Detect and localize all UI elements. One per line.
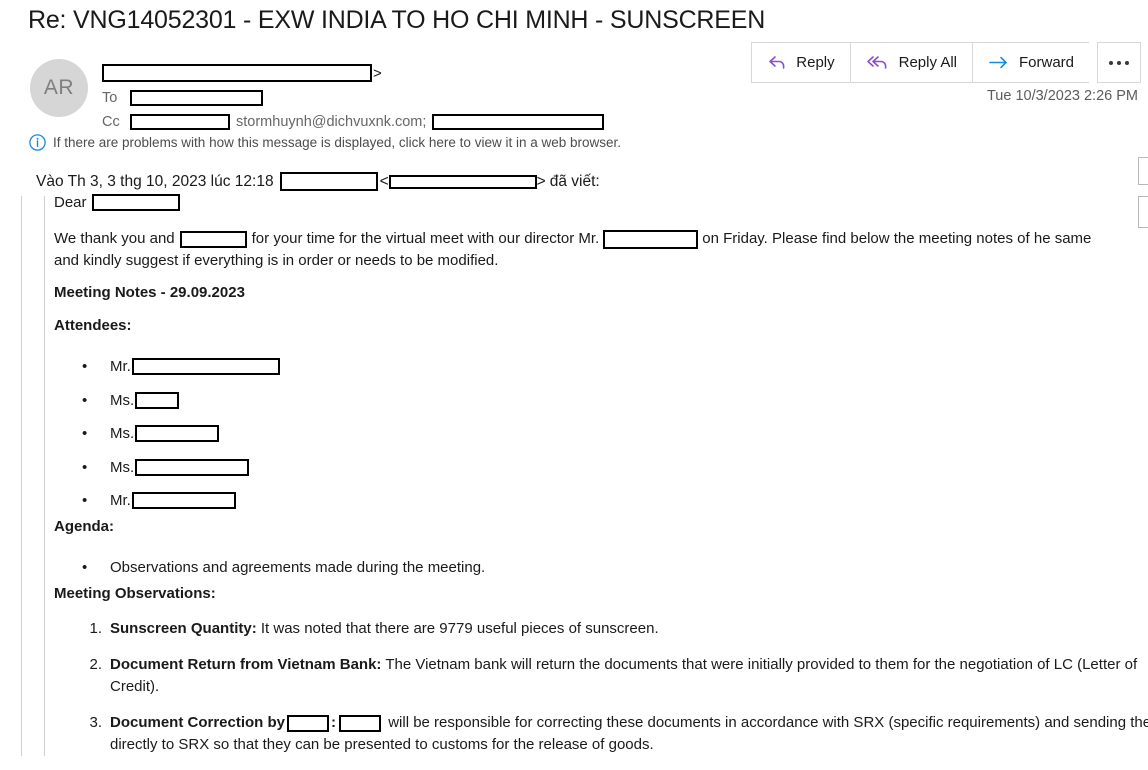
attendee-title: Mr. bbox=[110, 492, 131, 510]
ellipsis-icon bbox=[1109, 60, 1129, 65]
attendees-heading: Attendees: bbox=[54, 317, 132, 334]
display-problem-infobar[interactable]: If there are problems with how this mess… bbox=[29, 134, 621, 151]
redaction-cc-recipient-1 bbox=[130, 114, 230, 130]
list-item: 2. Document Return from Vietnam Bank: Th… bbox=[89, 654, 1148, 698]
info-circle-icon bbox=[29, 134, 46, 151]
redaction-attendee-name bbox=[135, 458, 250, 476]
observations-list: 1. Sunscreen Quantity: It was noted that… bbox=[54, 618, 1148, 770]
forward-button[interactable]: Forward bbox=[971, 42, 1089, 83]
redaction-director-name bbox=[603, 229, 699, 249]
forward-button-label: Forward bbox=[1018, 54, 1074, 71]
redaction-quote-author-email bbox=[388, 174, 537, 189]
message-timestamp: Tue 10/3/2023 2:26 PM bbox=[986, 88, 1138, 104]
forward-arrow-icon bbox=[988, 54, 1010, 71]
list-item: Ms. bbox=[82, 417, 280, 451]
sender-row: > bbox=[102, 60, 604, 86]
greeting-line: Dear bbox=[54, 194, 180, 211]
reply-arrow-icon bbox=[767, 54, 787, 71]
to-label: To bbox=[102, 90, 118, 106]
cc-label: Cc bbox=[102, 114, 120, 130]
reply-all-button[interactable]: Reply All bbox=[849, 42, 972, 83]
redaction-attendee-name bbox=[131, 492, 236, 510]
attendee-title: Ms. bbox=[110, 391, 135, 409]
quote-angle-open: < bbox=[379, 172, 389, 190]
list-item: Ms. bbox=[82, 451, 280, 485]
clipped-edge-box-1 bbox=[1138, 157, 1148, 185]
agenda-list: Observations and agreements made during … bbox=[54, 551, 485, 585]
quote-rail-outer bbox=[21, 196, 22, 756]
message-header-fields: > To Cc stormhuynh@dichvuxnk.com; bbox=[102, 60, 605, 134]
cc-row: Cc stormhuynh@dichvuxnk.com; bbox=[102, 110, 605, 134]
intro-paragraph-part-2: for your time for the virtual meet with … bbox=[251, 230, 600, 247]
intro-paragraph-part-1: We thank you and bbox=[54, 230, 175, 247]
reply-button-label: Reply bbox=[796, 54, 835, 71]
reply-button[interactable]: Reply bbox=[751, 42, 850, 83]
redaction-sender bbox=[102, 64, 372, 82]
observation-text: It was noted that there are 9779 useful … bbox=[256, 620, 659, 637]
observation-title: Document Correction by bbox=[110, 714, 286, 731]
quote-attribution-line: Vào Th 3, 3 thg 10, 2023 lúc 12:18 < > đ… bbox=[36, 172, 600, 191]
intro-paragraph: We thank you and for your time for the vi… bbox=[54, 228, 1116, 272]
redaction-greeting-name bbox=[91, 194, 180, 211]
observation-title: Document Return from Vietnam Bank: bbox=[110, 656, 382, 673]
attendee-title: Ms. bbox=[110, 458, 135, 476]
quote-attribution-suffix: đã viết: bbox=[549, 172, 600, 190]
more-options-button[interactable] bbox=[1097, 42, 1141, 83]
meeting-observations-heading: Meeting Observations: bbox=[54, 585, 216, 602]
clipped-edge-box-2 bbox=[1138, 196, 1148, 228]
agenda-item-text: Observations and agreements made during … bbox=[110, 559, 486, 577]
attendee-title: Ms. bbox=[110, 425, 135, 443]
sender-angle-bracket: > bbox=[373, 64, 382, 82]
list-item: Mr. bbox=[82, 484, 280, 518]
greeting-text: Dear bbox=[54, 194, 87, 211]
page-title: Re: VNG14052301 - EXW INDIA TO HO CHI MI… bbox=[28, 6, 766, 34]
display-problem-infobar-text: If there are problems with how this mess… bbox=[53, 135, 622, 150]
attendee-title: Mr. bbox=[110, 358, 131, 376]
list-marker: 3. bbox=[89, 714, 102, 731]
quote-angle-close: > bbox=[536, 172, 546, 190]
list-item: Mr. bbox=[82, 350, 280, 384]
redaction-attendee-name bbox=[131, 358, 280, 376]
to-row: To bbox=[102, 86, 604, 110]
observation-title: Sunscreen Quantity: bbox=[110, 620, 257, 637]
redaction-to-recipient bbox=[130, 90, 263, 106]
redaction-cc-recipient-2 bbox=[432, 114, 605, 130]
list-item: 1. Sunscreen Quantity: It was noted that… bbox=[89, 618, 1148, 640]
observation-text-mid: : bbox=[331, 714, 337, 731]
list-item: Ms. bbox=[82, 384, 280, 418]
redaction-attendee-name bbox=[135, 391, 180, 409]
list-item: Observations and agreements made during … bbox=[82, 551, 486, 585]
redaction-correction-party-1 bbox=[287, 714, 330, 732]
redaction-correction-party-2 bbox=[339, 714, 382, 732]
avatar: AR bbox=[30, 59, 88, 117]
quote-rail-inner bbox=[44, 196, 45, 756]
redaction-attendee-name bbox=[135, 425, 220, 443]
reply-all-arrow-icon bbox=[866, 54, 890, 71]
list-item: 3. Document Correction by: will be respo… bbox=[89, 712, 1148, 756]
meeting-notes-heading: Meeting Notes - 29.09.2023 bbox=[54, 284, 245, 301]
redaction-quote-author-name bbox=[279, 172, 378, 191]
redaction-colleague-name bbox=[179, 230, 247, 248]
list-marker: 2. bbox=[89, 656, 102, 673]
reply-all-button-label: Reply All bbox=[898, 54, 957, 71]
cc-email-address[interactable]: stormhuynh@dichvuxnk.com; bbox=[236, 114, 426, 130]
message-actions-toolbar: Reply Reply All Forward bbox=[751, 42, 1141, 83]
attendees-list: Mr. Ms. Ms. Ms. Mr. bbox=[54, 350, 280, 518]
quote-attribution-prefix: Vào Th 3, 3 thg 10, 2023 lúc 12:18 bbox=[36, 172, 274, 190]
agenda-heading: Agenda: bbox=[54, 518, 114, 535]
list-marker: 1. bbox=[89, 620, 102, 637]
